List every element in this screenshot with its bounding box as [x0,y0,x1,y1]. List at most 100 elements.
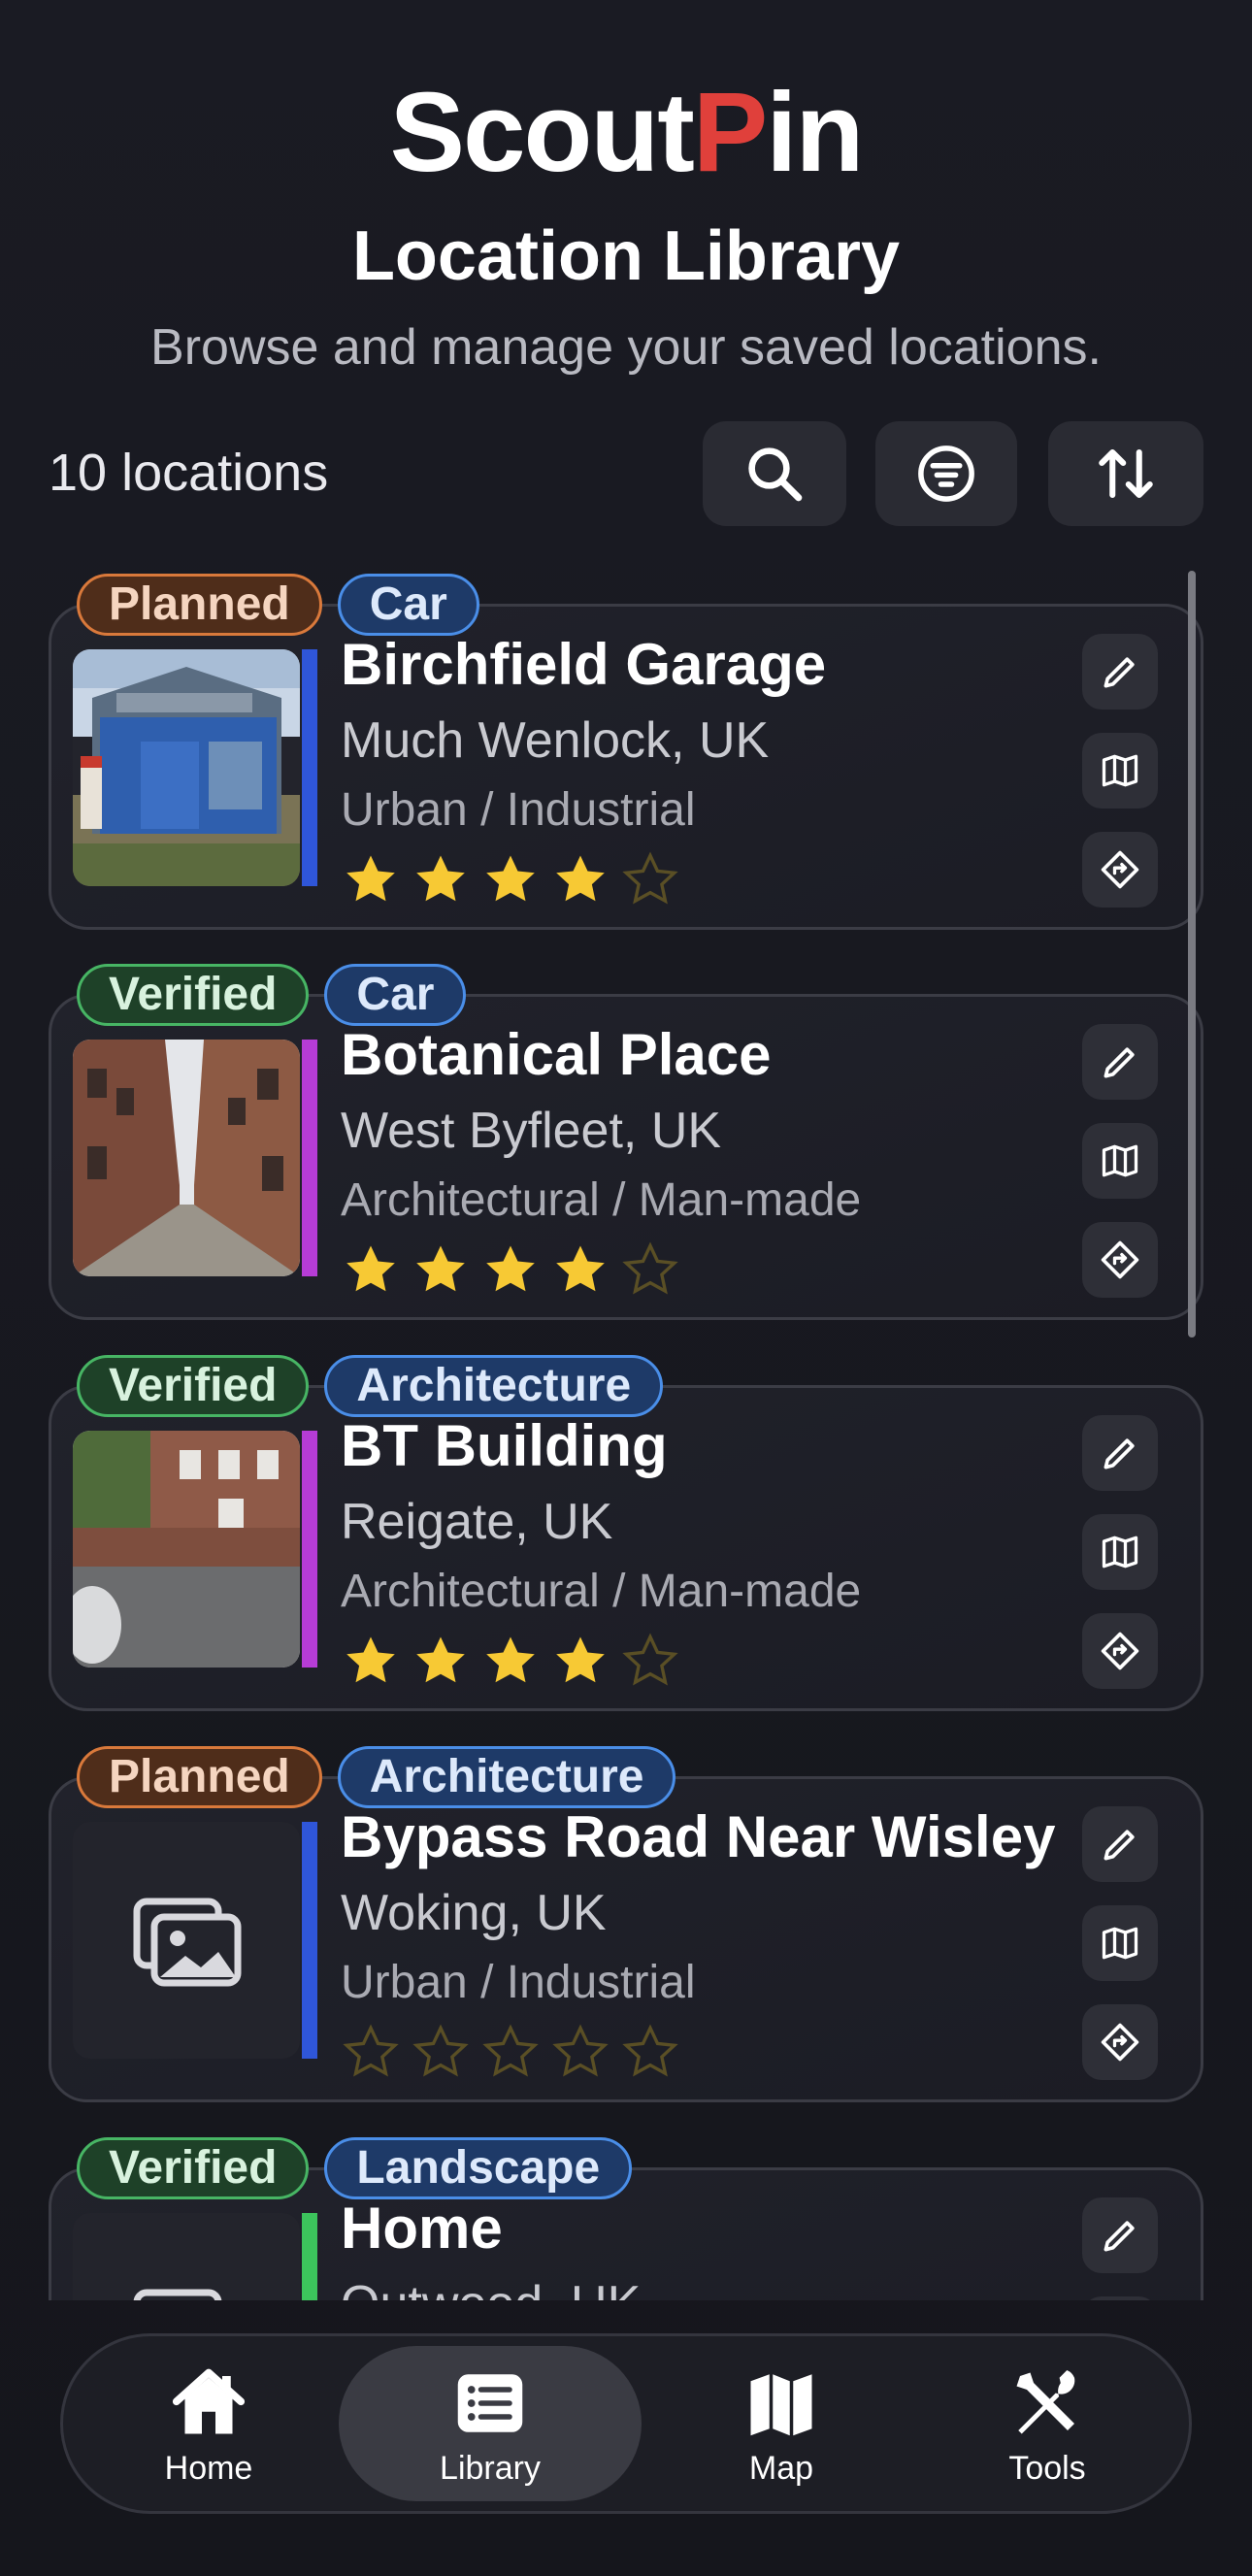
library-icon [457,2374,523,2432]
star-empty-icon [482,2024,539,2077]
star-filled-icon [346,855,395,902]
photo-placeholder [73,1822,300,2059]
directions-icon [1101,1240,1139,1279]
star-filled-icon [416,1636,465,1683]
location-name: Birchfield Garage [341,632,827,697]
directions-icon [1101,1632,1139,1670]
category-badge: Architecture [337,1746,676,1808]
map-icon [1102,1927,1138,1960]
show-on-map-button[interactable] [1082,1123,1158,1199]
filter-button[interactable] [875,421,1017,526]
category-stripe [302,1822,317,2059]
star-filled-icon [346,1245,395,1292]
category-badge: Car [337,574,479,636]
photo-placeholder-icon [133,2289,222,2300]
edit-button[interactable] [1082,1806,1158,1882]
location-name: Home [341,2196,503,2261]
directions-button[interactable] [1082,1613,1158,1689]
location-card[interactable]: Planned Architecture Bypass Road Near Wi… [49,1746,1203,2102]
map-icon [750,2374,812,2436]
tab-home[interactable]: Home [92,2346,325,2501]
pencil-icon [1104,657,1135,688]
star-empty-icon [622,1241,678,1295]
star-empty-icon [622,851,678,905]
location-type: Urban / Industrial [341,784,696,836]
directions-button[interactable] [1082,2004,1158,2080]
photo-placeholder [73,2213,300,2300]
tab-label: Tools [1008,2450,1086,2487]
tab-tools[interactable]: Tools [931,2346,1164,2501]
filter-icon [918,446,974,502]
sort-button[interactable] [1048,421,1203,526]
tab-label: Map [748,2450,814,2487]
show-on-map-button[interactable] [1082,2296,1158,2300]
location-name: BT Building [341,1413,668,1478]
list-scrollbar[interactable] [1188,571,1196,1338]
location-name: Botanical Place [341,1022,772,1087]
edit-button[interactable] [1082,634,1158,710]
category-stripe [302,1431,317,1668]
star-empty-icon [622,2024,678,2077]
pencil-icon [1104,2221,1135,2252]
location-card[interactable]: Verified Landscape Home Outwood, UK [49,2137,1203,2300]
show-on-map-button[interactable] [1082,1514,1158,1590]
category-stripe [302,2213,317,2300]
directions-icon [1101,2023,1139,2062]
star-filled-icon [486,1245,535,1292]
location-name: Bypass Road Near Wisley [341,1804,1056,1869]
status-badge: Verified [77,2137,310,2199]
tab-label: Library [440,2450,541,2487]
star-filled-icon [486,855,535,902]
location-type: Architectural / Man-made [341,1174,862,1226]
location-card[interactable]: Planned Car Birchfield Garage Much Wenlo… [49,574,1203,930]
edit-button[interactable] [1082,1024,1158,1100]
location-type: Architectural / Man-made [341,1566,862,1617]
location-card[interactable]: Verified Architecture BT Building Reigat… [49,1355,1203,1711]
edit-button[interactable] [1082,1415,1158,1491]
location-place: West Byfleet, UK [341,1103,722,1159]
pencil-icon [1104,1438,1135,1470]
rating-stars [341,2022,1098,2082]
tab-map[interactable]: Map [665,2346,898,2501]
star-filled-icon [556,855,605,902]
directions-button[interactable] [1082,832,1158,908]
category-stripe [302,1040,317,1276]
tab-library[interactable]: Library [339,2346,642,2501]
status-badge: Verified [77,1355,310,1417]
logo-accent-letter: P [692,69,768,195]
star-empty-icon [343,2024,399,2077]
status-badge: Planned [77,574,322,636]
star-filled-icon [556,1636,605,1683]
map-icon [1102,754,1138,787]
page-subtitle: Browse and manage your saved locations. [150,319,1102,376]
search-button[interactable] [703,421,846,526]
location-type: Urban / Industrial [341,1957,696,2008]
map-icon [1102,1536,1138,1569]
tab-label: Home [164,2450,253,2487]
show-on-map-button[interactable] [1082,1905,1158,1981]
location-photo [73,1040,300,1276]
app-screen: ScoutPin Location Library Browse and man… [0,0,1252,2576]
location-count: 10 locations [49,444,329,502]
category-stripe [302,649,317,886]
page-title: Location Library [351,217,901,295]
star-filled-icon [346,1636,395,1683]
location-photo [73,649,300,886]
edit-button[interactable] [1082,2197,1158,2273]
star-empty-icon [622,1633,678,1686]
home-icon [172,2368,246,2434]
search-icon [748,447,803,502]
star-filled-icon [486,1636,535,1683]
location-card[interactable]: Verified Car Botanical Place West Byflee… [49,964,1203,1320]
location-list[interactable]: Planned Car Birchfield Garage Much Wenlo… [0,558,1252,2300]
star-filled-icon [556,1245,605,1292]
app-logo: ScoutPin [0,76,1252,188]
rating-stars [341,1239,1098,1300]
location-place: Much Wenlock, UK [341,712,770,769]
tab-bar: Home Library Map Tools [60,2333,1192,2514]
location-place: Woking, UK [341,1885,607,1941]
status-badge: Planned [77,1746,322,1808]
directions-button[interactable] [1082,1222,1158,1298]
star-empty-icon [552,2024,609,2077]
show-on-map-button[interactable] [1082,733,1158,809]
